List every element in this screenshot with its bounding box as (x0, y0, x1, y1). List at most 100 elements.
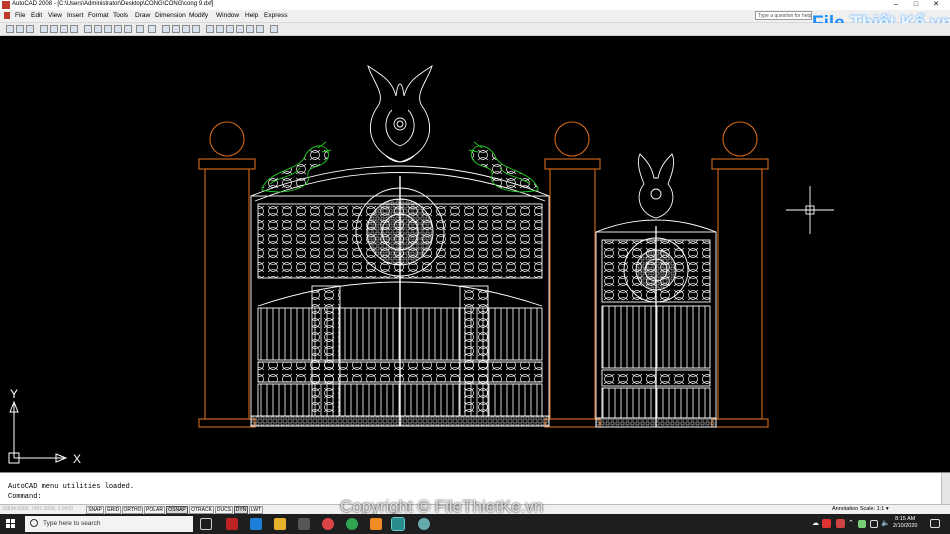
cad-drawing: Y X (8, 64, 834, 466)
tray-app-red-icon[interactable] (822, 519, 831, 528)
drawing-canvas[interactable]: Y X (0, 36, 950, 472)
command-history: AutoCAD menu utilities loaded. (8, 483, 135, 491)
grid-toggle[interactable]: GRID (105, 506, 121, 514)
close-button[interactable]: ✕ (926, 0, 946, 10)
undo-icon[interactable] (136, 25, 144, 33)
menu-insert[interactable]: Insert (67, 12, 83, 19)
app-red-icon[interactable] (226, 518, 238, 530)
lwt-toggle[interactable]: LWT (249, 506, 263, 514)
clock-date: 2/10/2020 (893, 523, 918, 529)
dyn-toggle[interactable]: DYN (234, 506, 248, 514)
tool-palettes-icon[interactable] (226, 25, 234, 33)
taskbar-clock[interactable]: 8:15 AM 2/10/2020 (893, 516, 917, 530)
match-properties-icon[interactable] (114, 25, 122, 33)
cloud-icon[interactable]: ☁ (812, 519, 819, 527)
task-view-icon[interactable] (200, 518, 212, 530)
calculator-icon[interactable] (256, 25, 264, 33)
properties-icon[interactable] (206, 25, 214, 33)
zoom-realtime-icon[interactable] (172, 25, 180, 33)
menu-draw[interactable]: Draw (135, 12, 150, 19)
doc-icon[interactable] (4, 12, 10, 19)
tray-app-icon[interactable] (836, 519, 845, 528)
preview-icon[interactable] (50, 25, 58, 33)
menu-modify[interactable]: Modify (189, 12, 208, 19)
menu-edit[interactable]: Edit (31, 12, 42, 19)
search-icon (30, 519, 38, 527)
help-icon[interactable] (270, 25, 278, 33)
plot-icon[interactable] (70, 25, 78, 33)
title-bar: AutoCAD 2008 - [C:\Users\Administrator\D… (0, 0, 950, 10)
annotation-scale-label: Annotation Scale: (832, 506, 876, 512)
block-editor-icon[interactable] (124, 25, 132, 33)
command-scrollbar[interactable] (941, 473, 950, 505)
taskbar-search-box[interactable]: Type here to search (25, 516, 193, 532)
crosshair-cursor (786, 186, 834, 234)
maximize-button[interactable]: □ (906, 0, 926, 10)
autocad-taskbar-icon[interactable] (391, 517, 405, 531)
zoom-previous-icon[interactable] (192, 25, 200, 33)
sheet-set-icon[interactable] (236, 25, 244, 33)
windows-taskbar: Type here to search ☁ ⌃ 🔈 8:15 AM 2/10/2… (0, 514, 950, 534)
minimize-button[interactable]: – (886, 0, 906, 10)
menu-help[interactable]: Help (245, 12, 258, 19)
side-gate (595, 219, 717, 428)
network-icon[interactable] (870, 520, 878, 528)
polar-toggle[interactable]: POLAR (144, 506, 165, 514)
pillar-right (711, 121, 769, 428)
menu-dimension[interactable]: Dimension (155, 12, 186, 19)
side-gate-crest (637, 153, 675, 219)
dragon-right (468, 141, 539, 193)
paste-icon[interactable] (104, 25, 112, 33)
extra-app-icon[interactable] (418, 518, 430, 530)
menu-tools[interactable]: Tools (113, 12, 128, 19)
clock-time: 8:15 AM (895, 516, 916, 522)
help-search-input[interactable]: Type a question for help (755, 11, 812, 20)
battery-icon[interactable] (858, 520, 866, 528)
edge-icon[interactable] (250, 518, 262, 530)
ducs-toggle[interactable]: DUCS (215, 506, 233, 514)
menu-window[interactable]: Window (216, 12, 239, 19)
pillar-left (198, 121, 256, 428)
command-prompt[interactable]: Command: (8, 493, 42, 501)
volume-icon[interactable]: 🔈 (881, 519, 890, 527)
pan-icon[interactable] (162, 25, 170, 33)
annotation-scale-value: 1:1 (876, 506, 885, 512)
axis-x-label: X (73, 452, 81, 466)
main-gate (250, 165, 550, 427)
store-icon[interactable] (298, 518, 310, 530)
window-title: AutoCAD 2008 - [C:\Users\Administrator\D… (12, 1, 214, 7)
redo-icon[interactable] (148, 25, 156, 33)
windows-start-icon[interactable] (6, 519, 16, 529)
zoom-window-icon[interactable] (182, 25, 190, 33)
snap-toggle[interactable]: SNAP (86, 506, 104, 514)
osnap-toggle[interactable]: OSNAP (166, 506, 188, 514)
open-icon[interactable] (16, 25, 24, 33)
menu-express[interactable]: Express (264, 12, 287, 19)
otrack-toggle[interactable]: OTRACK (189, 506, 214, 514)
dragon-left (261, 141, 332, 193)
pillar-center (544, 121, 601, 428)
ortho-toggle[interactable]: ORTHO (122, 506, 143, 514)
tray-expand-icon[interactable]: ⌃ (848, 519, 854, 527)
menu-view[interactable]: View (48, 12, 62, 19)
publish-icon[interactable] (60, 25, 68, 33)
new-icon[interactable] (6, 25, 14, 33)
design-center-icon[interactable] (216, 25, 224, 33)
autocad-app-icon[interactable] (2, 1, 10, 9)
menu-file[interactable]: File (15, 12, 25, 19)
orange-app-icon[interactable] (370, 518, 382, 530)
file-explorer-icon[interactable] (274, 518, 286, 530)
axis-y-label: Y (10, 387, 18, 401)
ucs-icon (8, 400, 68, 464)
green-app-icon[interactable] (346, 518, 358, 530)
cut-icon[interactable] (84, 25, 92, 33)
annotation-scale[interactable]: Annotation Scale: 1:1 ▾ (832, 506, 889, 512)
notification-icon[interactable] (930, 519, 940, 528)
save-icon[interactable] (26, 25, 34, 33)
coordinate-readout: 33834.5000, 7491.5000, 0.0000 (2, 506, 73, 512)
chrome-icon[interactable] (322, 518, 334, 530)
copy-icon[interactable] (94, 25, 102, 33)
print-icon[interactable] (40, 25, 48, 33)
menu-format[interactable]: Format (88, 12, 109, 19)
markup-icon[interactable] (246, 25, 254, 33)
